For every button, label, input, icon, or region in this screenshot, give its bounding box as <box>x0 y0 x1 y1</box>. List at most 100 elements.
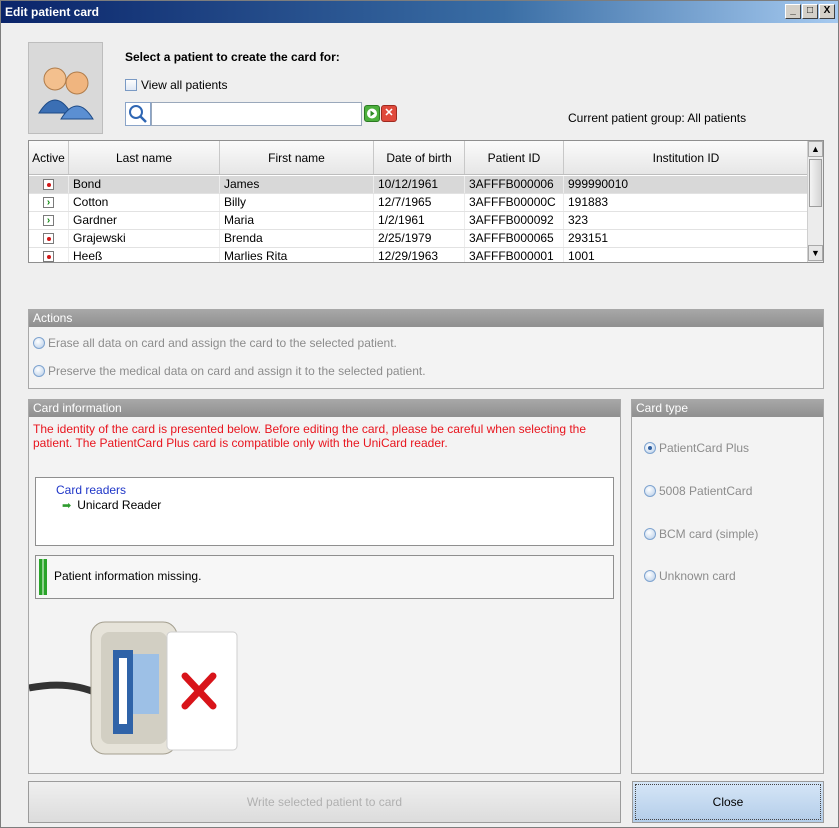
radio-button[interactable] <box>644 485 656 497</box>
card-readers-tree[interactable]: Card readers ➡ Unicard Reader <box>35 477 614 546</box>
column-header-first-name[interactable]: First name <box>220 141 374 174</box>
card-type-5008-patientcard[interactable]: 5008 PatientCard <box>644 484 752 498</box>
erase-data-label: Erase all data on card and assign the ca… <box>48 336 397 350</box>
cell-last-name: Gardner <box>69 212 220 229</box>
table-scrollbar[interactable]: ▲ ▼ <box>807 141 823 262</box>
cell-institution-id: 323 <box>564 212 809 229</box>
cell-first-name: James <box>220 176 374 193</box>
cell-first-name: Marlies Rita <box>220 248 374 262</box>
card-type-panel: Card type PatientCard Plus 5008 PatientC… <box>631 399 824 774</box>
card-type-bcm-card[interactable]: BCM card (simple) <box>644 527 758 541</box>
close-button[interactable]: Close <box>632 781 824 823</box>
cell-patient-id: 3AFFFB000006 <box>465 176 564 193</box>
patients-avatar-icon <box>28 42 103 134</box>
cell-last-name: Bond <box>69 176 220 193</box>
tree-item-unicard-reader[interactable]: ➡ Unicard Reader <box>62 498 161 512</box>
column-header-last-name[interactable]: Last name <box>69 141 220 174</box>
edit-patient-card-window: Edit patient card _ □ X Select a patient… <box>0 0 839 828</box>
cell-date-of-birth: 12/7/1965 <box>374 194 465 211</box>
tree-root-card-readers[interactable]: Card readers <box>56 483 126 497</box>
active-cell <box>29 248 69 262</box>
cell-institution-id: 1001 <box>564 248 809 262</box>
card-type-title: Card type <box>632 400 823 417</box>
table-row[interactable]: Heeß Marlies Rita 12/29/1963 3AFFFB00000… <box>29 248 809 262</box>
cell-institution-id: 999990010 <box>564 176 809 193</box>
active-status-icon: › <box>43 197 54 208</box>
close-window-button[interactable]: X <box>819 4 835 19</box>
view-all-patients-checkbox[interactable]: View all patients <box>125 78 228 92</box>
cell-patient-id: 3AFFFB000065 <box>465 230 564 247</box>
card-type-label: Unknown card <box>659 569 736 583</box>
column-header-patient-id[interactable]: Patient ID <box>465 141 564 174</box>
minimize-button[interactable]: _ <box>785 4 801 19</box>
card-type-unknown[interactable]: Unknown card <box>644 569 736 583</box>
patient-status-box: Patient information missing. <box>35 555 614 599</box>
erase-data-option[interactable]: Erase all data on card and assign the ca… <box>33 336 397 350</box>
active-status-icon: › <box>43 215 54 226</box>
cell-first-name: Billy <box>220 194 374 211</box>
title-bar: Edit patient card _ □ X <box>1 1 838 23</box>
cell-date-of-birth: 10/12/1961 <box>374 176 465 193</box>
clear-search-icon[interactable]: ✕ <box>381 105 397 122</box>
table-row[interactable]: › Cotton Billy 12/7/1965 3AFFFB00000C 19… <box>29 194 809 212</box>
card-type-label: PatientCard Plus <box>659 441 750 455</box>
card-information-title: Card information <box>29 400 620 417</box>
active-cell: › <box>29 194 69 211</box>
scroll-up-icon[interactable]: ▲ <box>808 141 823 157</box>
view-all-label: View all patients <box>141 78 228 92</box>
cell-last-name: Grajewski <box>69 230 220 247</box>
column-header-institution-id[interactable]: Institution ID <box>564 141 809 174</box>
radio-button[interactable] <box>644 570 656 582</box>
card-type-label: BCM card (simple) <box>659 527 759 541</box>
cell-date-of-birth: 1/2/1961 <box>374 212 465 229</box>
search-input[interactable] <box>151 102 362 126</box>
cell-institution-id: 293151 <box>564 230 809 247</box>
checkbox-box[interactable] <box>125 79 137 91</box>
preserve-data-option[interactable]: Preserve the medical data on card and as… <box>33 364 426 378</box>
actions-title: Actions <box>29 310 823 327</box>
column-header-date-of-birth[interactable]: Date of birth <box>374 141 465 174</box>
card-information-panel: Card information The identity of the car… <box>28 399 621 774</box>
card-type-patientcard-plus[interactable]: PatientCard Plus <box>644 441 749 455</box>
active-cell <box>29 176 69 193</box>
write-to-card-button[interactable]: Write selected patient to card <box>28 781 621 823</box>
cell-first-name: Brenda <box>220 230 374 247</box>
select-patient-title: Select a patient to create the card for: <box>125 50 340 64</box>
table-row[interactable]: Bond James 10/12/1961 3AFFFB000006 99999… <box>29 176 809 194</box>
window-title: Edit patient card <box>5 5 100 19</box>
search-go-icon[interactable] <box>364 105 380 122</box>
card-type-label: 5008 PatientCard <box>659 484 753 498</box>
maximize-button[interactable]: □ <box>802 4 818 19</box>
radio-button[interactable] <box>644 528 656 540</box>
window-controls: _ □ X <box>785 4 835 19</box>
table-header: Active Last name First name Date of birt… <box>29 141 809 175</box>
card-reader-image <box>28 610 259 760</box>
status-indicator-icon <box>39 559 47 595</box>
scroll-thumb[interactable] <box>809 159 822 207</box>
radio-button[interactable] <box>33 337 45 349</box>
status-text: Patient information missing. <box>54 569 202 583</box>
cell-date-of-birth: 2/25/1979 <box>374 230 465 247</box>
cell-date-of-birth: 12/29/1963 <box>374 248 465 262</box>
scroll-down-icon[interactable]: ▼ <box>808 245 823 261</box>
inactive-status-icon <box>43 251 54 262</box>
cell-patient-id: 3AFFFB000001 <box>465 248 564 262</box>
column-header-active[interactable]: Active <box>29 141 69 174</box>
radio-button-selected[interactable] <box>644 442 656 454</box>
tree-item-label: Unicard Reader <box>77 498 162 512</box>
inactive-status-icon <box>43 179 54 190</box>
radio-button[interactable] <box>33 365 45 377</box>
cell-first-name: Maria <box>220 212 374 229</box>
inactive-status-icon <box>43 233 54 244</box>
patient-table: Active Last name First name Date of birt… <box>28 140 824 263</box>
green-arrow-icon: ➡ <box>62 499 72 512</box>
table-row[interactable]: Grajewski Brenda 2/25/1979 3AFFFB000065 … <box>29 230 809 248</box>
search-icon[interactable] <box>125 102 151 126</box>
table-row[interactable]: › Gardner Maria 1/2/1961 3AFFFB000092 32… <box>29 212 809 230</box>
card-warning-text: The identity of the card is presented be… <box>33 422 587 450</box>
cell-institution-id: 191883 <box>564 194 809 211</box>
cell-last-name: Heeß <box>69 248 220 262</box>
current-patient-group: Current patient group: All patients <box>568 111 747 125</box>
cell-patient-id: 3AFFFB000092 <box>465 212 564 229</box>
actions-panel: Actions Erase all data on card and assig… <box>28 309 824 389</box>
